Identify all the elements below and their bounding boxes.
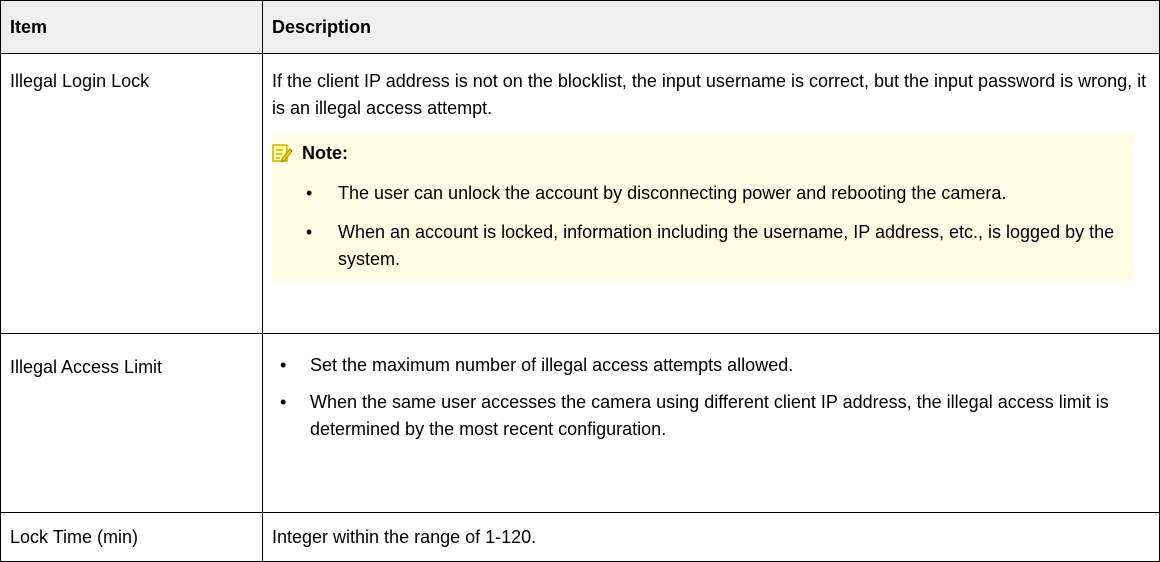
item-cell: Lock Time (min)	[0, 512, 263, 562]
list-item: • Set the maximum number of illegal acce…	[272, 352, 1150, 379]
bullet-icon: •	[306, 222, 313, 242]
table-row: Illegal Login Lock If the client IP addr…	[0, 53, 1160, 334]
bullet-icon: •	[306, 183, 313, 203]
bullet-icon: •	[280, 392, 287, 412]
description-cell: • Set the maximum number of illegal acce…	[262, 333, 1160, 513]
description-bullet-list: • Set the maximum number of illegal acce…	[272, 352, 1150, 443]
description-text: If the client IP address is not on the b…	[272, 71, 1147, 118]
note-bullet-list: • The user can unlock the account by dis…	[272, 180, 1124, 273]
description-cell: If the client IP address is not on the b…	[262, 53, 1160, 334]
table-row: Illegal Access Limit • Set the maximum n…	[0, 333, 1160, 513]
bullet-text: Set the maximum number of illegal access…	[310, 355, 794, 375]
note-header: Note:	[272, 138, 1124, 168]
note-title: Note:	[302, 142, 348, 163]
note-bullet-text: The user can unlock the account by disco…	[338, 183, 1007, 203]
list-item: • The user can unlock the account by dis…	[272, 180, 1124, 207]
bullet-text: When the same user accesses the camera u…	[310, 392, 1109, 439]
parameter-table: Item Description Illegal Login Lock If t…	[0, 0, 1160, 562]
list-item: • When the same user accesses the camera…	[272, 389, 1150, 443]
list-item: • When an account is locked, information…	[272, 219, 1124, 273]
description-cell: Integer within the range of 1-120.	[262, 512, 1160, 562]
item-cell: Illegal Login Lock	[0, 53, 263, 334]
note-pencil-icon	[272, 143, 293, 163]
header-item: Item	[0, 0, 263, 54]
note-bullet-text: When an account is locked, information i…	[338, 222, 1115, 269]
item-cell: Illegal Access Limit	[0, 333, 263, 513]
note-box: Note: • The user can unlock the account …	[272, 134, 1134, 281]
bullet-icon: •	[280, 355, 287, 375]
table-row: Lock Time (min) Integer within the range…	[0, 512, 1160, 562]
header-description: Description	[262, 0, 1160, 54]
table-header-row: Item Description	[0, 0, 1160, 54]
